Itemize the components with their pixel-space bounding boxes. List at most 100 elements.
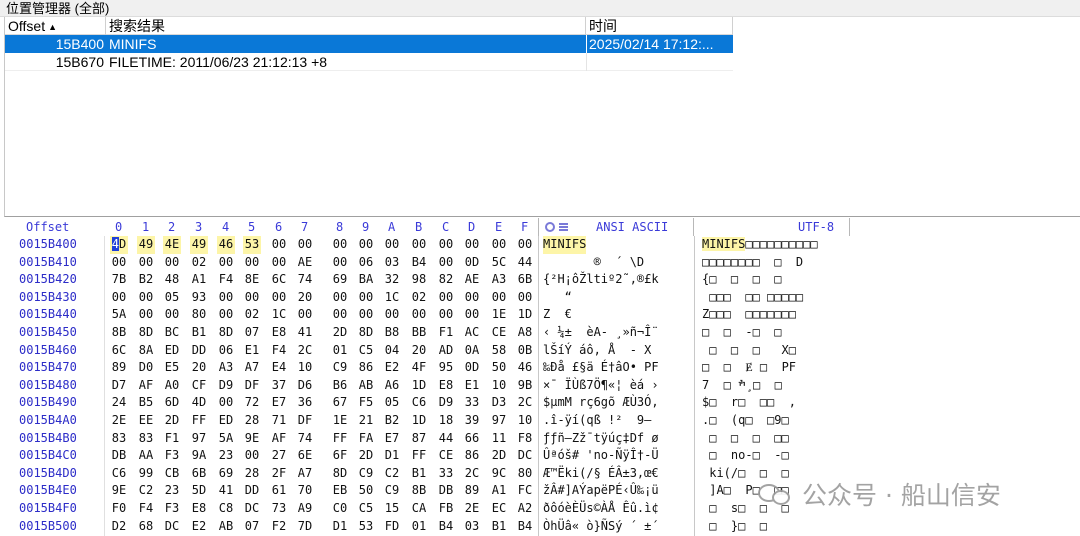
hex-byte[interactable]: F8 <box>516 430 534 448</box>
hex-byte[interactable]: 00 <box>217 289 235 307</box>
hex-byte[interactable]: 2C <box>296 342 314 360</box>
column-header-result[interactable]: 搜索结果 <box>106 17 586 35</box>
hex-byte[interactable]: C9 <box>331 359 349 377</box>
hex-byte[interactable]: DC <box>163 518 181 536</box>
hex-byte[interactable]: 6B <box>516 271 534 289</box>
hex-byte[interactable]: 6E <box>296 447 314 465</box>
hex-byte[interactable]: 00 <box>516 289 534 307</box>
hex-row[interactable]: 0015B430 00 00 05 93 00 00 00 20 00 00 1C 02 00 00 00 00… <box>0 289 1080 307</box>
hex-byte[interactable]: 80 <box>190 306 208 324</box>
hex-byte[interactable]: CB <box>163 465 181 483</box>
hex-byte[interactable]: E8 <box>190 500 208 518</box>
hex-byte[interactable]: 74 <box>296 430 314 448</box>
hex-byte[interactable]: 00 <box>217 394 235 412</box>
hex-byte[interactable]: E7 <box>270 394 288 412</box>
hex-row[interactable]: 0015B450 8B 8D BC B1 8D 07 E8 41 2D 8D B8 BB F1 AC CE A8… <box>0 324 1080 342</box>
hex-byte[interactable]: 33 <box>437 465 455 483</box>
hex-byte[interactable]: 00 <box>357 306 375 324</box>
hex-byte[interactable]: 72 <box>243 394 261 412</box>
hex-byte[interactable]: A0 <box>163 377 181 395</box>
hex-byte[interactable]: 9C <box>490 465 508 483</box>
hex-byte[interactable]: 53 <box>357 518 375 536</box>
hex-byte[interactable]: A3 <box>217 359 235 377</box>
hex-byte[interactable]: 1D <box>410 377 428 395</box>
hex-byte[interactable]: 03 <box>463 518 481 536</box>
hex-byte[interactable]: A9 <box>296 500 314 518</box>
hex-byte[interactable]: 58 <box>490 342 508 360</box>
hex-byte[interactable]: 2C <box>516 394 534 412</box>
hex-byte[interactable]: 9E <box>110 482 128 500</box>
hex-byte[interactable]: 2E <box>463 500 481 518</box>
hex-byte[interactable]: 00 <box>463 236 481 254</box>
hex-byte[interactable]: 5D <box>190 482 208 500</box>
menu-icon[interactable] <box>559 223 568 231</box>
hex-byte[interactable]: AB <box>217 518 235 536</box>
hex-byte[interactable]: 74 <box>296 271 314 289</box>
hex-byte[interactable]: A8 <box>516 324 534 342</box>
ansi-text[interactable]: .î-ÿí(qß !² 9— <box>543 412 659 430</box>
hex-byte[interactable]: 00 <box>437 236 455 254</box>
hex-byte[interactable]: E1 <box>243 342 261 360</box>
hex-byte[interactable]: 66 <box>463 430 481 448</box>
hex-byte[interactable]: CE <box>490 324 508 342</box>
hex-byte[interactable]: 20 <box>296 289 314 307</box>
hex-byte[interactable]: 05 <box>163 289 181 307</box>
hex-byte[interactable]: C6 <box>110 465 128 483</box>
ansi-text[interactable]: ‰Ðå £§ä É†âO• PF <box>543 359 659 377</box>
hex-byte[interactable]: E4 <box>270 359 288 377</box>
hex-byte[interactable]: 86 <box>357 359 375 377</box>
hex-byte[interactable]: 15 <box>383 500 401 518</box>
hex-byte[interactable]: F0 <box>110 500 128 518</box>
ansi-text[interactable]: Ûªóš# 'no-ÑÿÎ†-Ü <box>543 447 659 465</box>
hex-byte[interactable]: 41 <box>296 324 314 342</box>
hex-byte[interactable]: F3 <box>163 447 181 465</box>
hex-byte[interactable]: 04 <box>383 342 401 360</box>
hex-row[interactable]: 0015B420 7B B2 48 A1 F4 8E 6C 74 69 BA 32 98 82 AE A3 6B… <box>0 271 1080 289</box>
hex-byte[interactable]: 61 <box>270 482 288 500</box>
hex-byte[interactable]: 69 <box>331 271 349 289</box>
ansi-text[interactable]: ×¯ ÏÙß7Ö¶«¦ èá › <box>543 377 659 395</box>
hex-byte[interactable]: 4D <box>190 394 208 412</box>
hex-byte[interactable]: EE <box>137 412 155 430</box>
utf8-text[interactable]: □ }□ □ <box>702 518 767 536</box>
hex-byte[interactable]: 6C <box>270 271 288 289</box>
hex-byte[interactable]: D9 <box>437 394 455 412</box>
utf8-text[interactable]: □ □ Ɇ □ PF <box>702 359 796 377</box>
hex-byte[interactable]: 28 <box>243 412 261 430</box>
hex-byte[interactable]: 50 <box>357 482 375 500</box>
hex-byte[interactable]: 2D <box>163 412 181 430</box>
hex-byte[interactable]: B1 <box>410 465 428 483</box>
hex-byte[interactable]: 00 <box>331 254 349 272</box>
hex-byte[interactable]: 02 <box>243 306 261 324</box>
hex-byte[interactable]: C6 <box>410 394 428 412</box>
hex-byte[interactable]: 9B <box>516 377 534 395</box>
hex-byte[interactable]: 00 <box>243 254 261 272</box>
hex-byte[interactable]: 0D <box>463 359 481 377</box>
hex-byte[interactable]: B4 <box>437 518 455 536</box>
hex-byte[interactable]: 00 <box>110 254 128 272</box>
hex-byte[interactable]: 00 <box>437 289 455 307</box>
hex-byte[interactable]: 10 <box>516 412 534 430</box>
hex-byte[interactable]: C9 <box>357 465 375 483</box>
hex-byte[interactable]: DD <box>190 342 208 360</box>
hex-byte[interactable]: 00 <box>437 306 455 324</box>
hex-byte[interactable]: E2 <box>383 359 401 377</box>
hex-byte[interactable]: F1 <box>437 324 455 342</box>
hex-byte[interactable]: 00 <box>163 254 181 272</box>
hex-byte[interactable]: 1C <box>383 289 401 307</box>
hex-byte[interactable]: F4 <box>137 500 155 518</box>
hex-byte[interactable]: 71 <box>270 412 288 430</box>
hex-byte[interactable]: B1 <box>490 518 508 536</box>
hex-byte[interactable]: 03 <box>383 254 401 272</box>
hex-byte[interactable]: 4D <box>110 236 128 254</box>
hex-byte[interactable]: B2 <box>383 412 401 430</box>
hex-byte[interactable]: 89 <box>110 359 128 377</box>
hex-byte[interactable]: 00 <box>296 236 314 254</box>
hex-byte[interactable]: 00 <box>217 306 235 324</box>
hex-byte[interactable]: 0D <box>463 254 481 272</box>
hex-row[interactable]: 0015B410 00 00 00 02 00 00 00 AE 00 06 03 B4 00 0D 5C 44… <box>0 254 1080 272</box>
hex-byte[interactable]: 00 <box>110 289 128 307</box>
hex-byte[interactable]: 06 <box>217 342 235 360</box>
result-row-selected[interactable]: 15B400 MINIFS 2025/02/14 17:12:... <box>5 35 733 53</box>
hex-byte[interactable]: 00 <box>357 236 375 254</box>
